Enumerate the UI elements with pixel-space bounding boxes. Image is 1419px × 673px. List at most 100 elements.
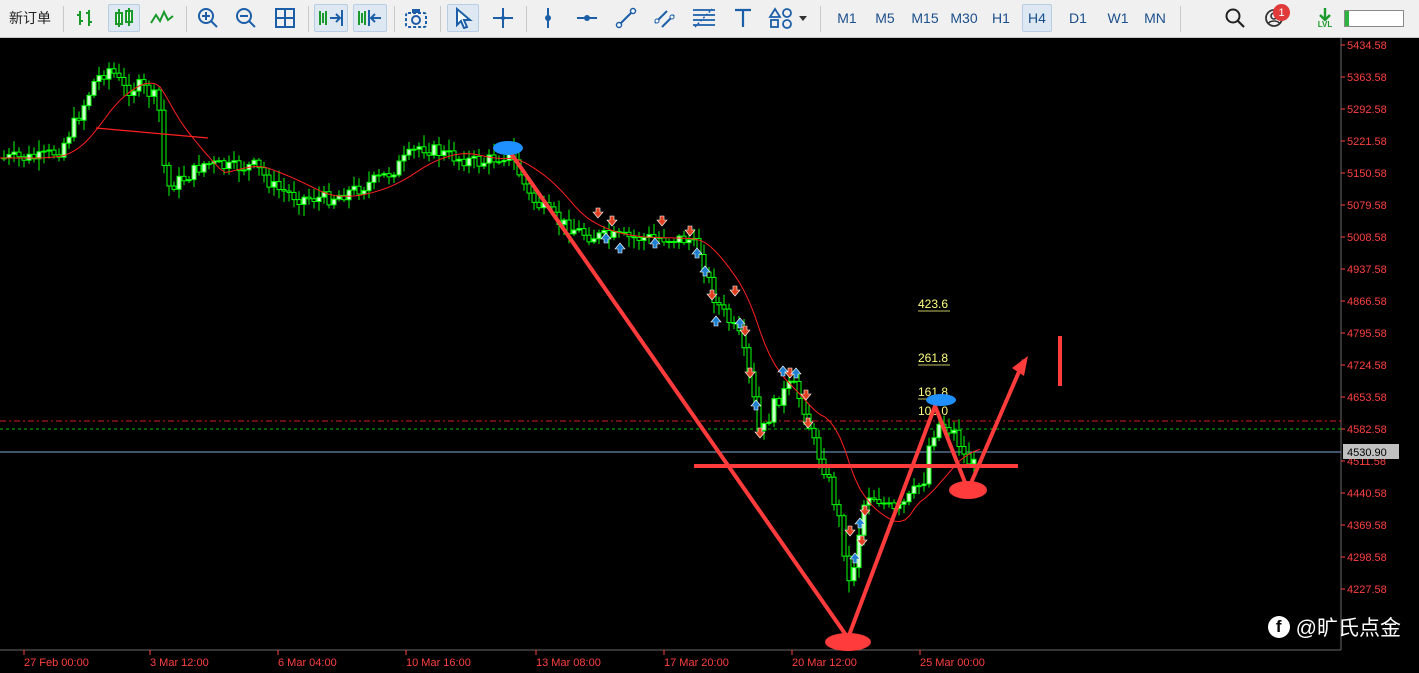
price-tick-label: 4440.58 bbox=[1347, 488, 1387, 500]
candle-body bbox=[766, 421, 772, 425]
candles bbox=[1, 62, 977, 593]
price-tick-label: 4653.58 bbox=[1347, 392, 1387, 404]
candle-body bbox=[386, 173, 392, 178]
chart-shift-icon bbox=[358, 10, 381, 26]
candle-body bbox=[401, 154, 407, 162]
price-tick-label: 5079.58 bbox=[1347, 200, 1387, 212]
horizontal-line-button[interactable] bbox=[571, 4, 603, 32]
screenshot-button[interactable] bbox=[400, 4, 432, 32]
zoom-in-button[interactable] bbox=[192, 4, 224, 32]
trendline[interactable] bbox=[95, 127, 209, 139]
candle-body bbox=[51, 149, 57, 156]
toolbar-divider bbox=[186, 6, 187, 32]
candle-body bbox=[271, 181, 277, 188]
line-chart-button[interactable] bbox=[146, 4, 178, 32]
timeframe-h1[interactable]: H1 bbox=[986, 4, 1016, 32]
timeframe-w1[interactable]: W1 bbox=[1103, 4, 1133, 32]
search-button[interactable] bbox=[1219, 4, 1251, 32]
vertical-line-button[interactable] bbox=[532, 4, 564, 32]
candle-body bbox=[881, 502, 887, 505]
new-order-button[interactable]: 新订单 bbox=[3, 4, 57, 32]
trendline-icon bbox=[615, 7, 637, 29]
grid-button[interactable] bbox=[269, 4, 301, 32]
shapes-button[interactable] bbox=[766, 4, 812, 32]
candle-body bbox=[916, 485, 922, 488]
candle-body bbox=[381, 173, 387, 176]
candle-body bbox=[726, 308, 732, 324]
price-tick-label: 4866.58 bbox=[1347, 296, 1387, 308]
candle-body bbox=[276, 181, 282, 191]
high-marker[interactable] bbox=[493, 141, 523, 155]
candle-body bbox=[356, 185, 362, 195]
candle-body bbox=[611, 230, 617, 238]
candle-body bbox=[586, 234, 592, 243]
account-button[interactable]: 1 bbox=[1258, 4, 1292, 32]
candle-body bbox=[436, 144, 442, 156]
fibonacci-button[interactable] bbox=[688, 4, 720, 32]
candle-body bbox=[931, 437, 937, 447]
candle-body bbox=[191, 164, 197, 181]
candle-body bbox=[956, 429, 962, 448]
signal-level-button[interactable]: LVL bbox=[1310, 4, 1340, 32]
timeframe-m1[interactable]: M1 bbox=[832, 4, 862, 32]
candle-body bbox=[366, 181, 372, 192]
candle-body bbox=[16, 151, 22, 158]
candle-body bbox=[96, 75, 102, 83]
autoscroll-button[interactable] bbox=[314, 4, 348, 32]
candle-body bbox=[526, 183, 532, 194]
candle-body bbox=[636, 236, 642, 241]
facebook-icon: f bbox=[1267, 616, 1290, 638]
candle-body bbox=[306, 196, 312, 200]
timeframe-h4[interactable]: H4 bbox=[1022, 4, 1052, 32]
candle-body bbox=[81, 105, 87, 121]
timeframe-m15[interactable]: M15 bbox=[906, 4, 944, 32]
candle-body bbox=[596, 232, 602, 240]
trendline-button[interactable] bbox=[610, 4, 642, 32]
candle-body bbox=[816, 437, 822, 460]
candle-body bbox=[291, 191, 297, 201]
zoom-out-button[interactable] bbox=[230, 4, 262, 32]
candle-chart-icon bbox=[115, 8, 133, 27]
timeframe-mn[interactable]: MN bbox=[1140, 4, 1170, 32]
cursor-button[interactable] bbox=[447, 4, 479, 32]
candle-body bbox=[496, 161, 502, 164]
candle-body bbox=[416, 146, 422, 150]
candle-body bbox=[451, 150, 457, 162]
grid-icon bbox=[275, 8, 295, 28]
bar-chart-button[interactable] bbox=[70, 4, 102, 32]
chart-shift-button[interactable] bbox=[353, 4, 387, 32]
time-tick-label: 10 Mar 16:00 bbox=[406, 657, 471, 668]
sell-arrow-icon bbox=[656, 215, 668, 227]
candle-chart-button[interactable] bbox=[108, 4, 140, 32]
signal-arrows bbox=[592, 207, 871, 564]
timeframe-d1[interactable]: D1 bbox=[1063, 4, 1093, 32]
price-tick-label: 5008.58 bbox=[1347, 232, 1387, 244]
channel-button[interactable] bbox=[649, 4, 681, 32]
ma-line bbox=[0, 82, 981, 523]
notification-badge: 1 bbox=[1273, 4, 1290, 21]
peak-marker[interactable] bbox=[926, 394, 956, 406]
crosshair-button[interactable] bbox=[487, 4, 519, 32]
watermark: f @旷氏点金 bbox=[1267, 612, 1401, 642]
pullback-marker[interactable] bbox=[949, 481, 987, 499]
candle-body bbox=[571, 229, 577, 235]
low-marker[interactable] bbox=[825, 633, 871, 651]
candlestick-chart[interactable]: 423.6 261.8 161.8 100.0 5434.585363.5852… bbox=[0, 38, 1419, 669]
annotations[interactable] bbox=[95, 127, 1062, 651]
line-chart-icon bbox=[150, 9, 174, 24]
chart-area[interactable]: 423.6 261.8 161.8 100.0 5434.58 5363.58 52… bbox=[0, 38, 1419, 669]
candle-body bbox=[86, 94, 92, 107]
text-button[interactable] bbox=[727, 4, 759, 32]
candle-body bbox=[576, 228, 582, 231]
time-tick-label: 17 Mar 20:00 bbox=[664, 657, 729, 668]
price-tick-label: 4369.58 bbox=[1347, 520, 1387, 532]
timeframe-m30[interactable]: M30 bbox=[945, 4, 983, 32]
candle-body bbox=[846, 555, 852, 582]
autoscroll-icon bbox=[319, 10, 343, 26]
toolbar-divider bbox=[308, 6, 309, 32]
timeframe-m5[interactable]: M5 bbox=[870, 4, 900, 32]
candle-body bbox=[476, 155, 482, 167]
price-tick-label: 5292.58 bbox=[1347, 104, 1387, 116]
price-tick-label: 5150.58 bbox=[1347, 168, 1387, 180]
candle-body bbox=[831, 476, 837, 506]
